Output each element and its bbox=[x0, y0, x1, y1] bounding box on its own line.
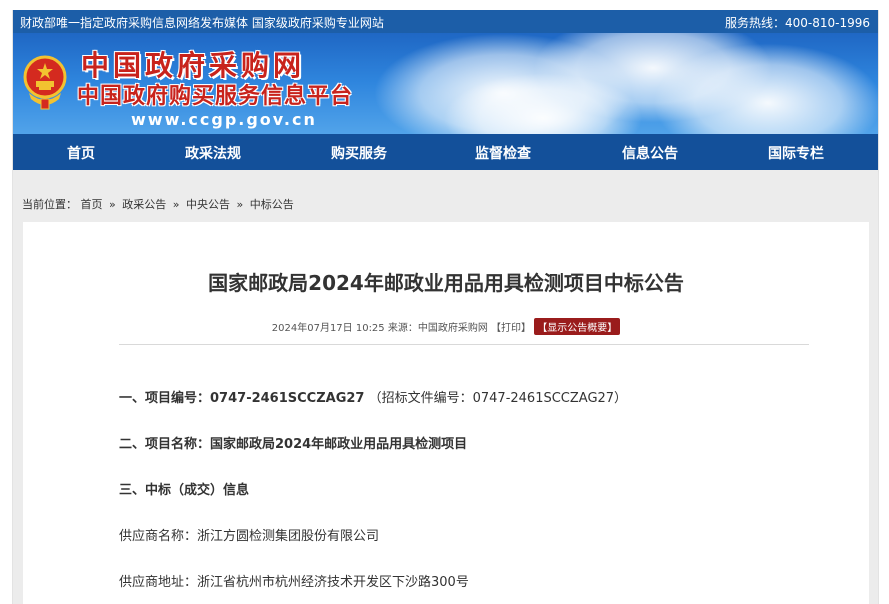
title-divider bbox=[119, 344, 809, 345]
project-name-line: 二、项目名称：国家邮政局2024年邮政业用品用具检测项目 bbox=[119, 437, 468, 452]
breadcrumb-announcements[interactable]: 政采公告 bbox=[122, 198, 166, 211]
national-emblem-icon bbox=[23, 55, 67, 111]
supplier-name-line: 供应商名称：浙江方圆检测集团股份有限公司 bbox=[119, 529, 380, 544]
breadcrumb: 当前位置： 首页 » 政采公告 » 中央公告 » 中标公告 bbox=[22, 196, 294, 212]
breadcrumb-prefix: 当前位置： bbox=[22, 198, 77, 211]
article-datetime: 2024年07月17日 10:25 bbox=[271, 323, 385, 334]
breadcrumb-separator: » bbox=[109, 198, 116, 211]
award-info-heading: 三、中标（成交）信息 bbox=[119, 483, 250, 498]
top-bar-slogan: 财政部唯一指定政府采购信息网络发布媒体 国家级政府采购专业网站 bbox=[20, 16, 384, 30]
nav-item-international[interactable]: 国际专栏 bbox=[768, 143, 824, 163]
site-url: www.ccgp.gov.cn bbox=[131, 110, 317, 129]
nav-item-home[interactable]: 首页 bbox=[67, 143, 95, 163]
top-bar: 财政部唯一指定政府采购信息网络发布媒体 国家级政府采购专业网站 服务热线：400… bbox=[13, 10, 878, 33]
print-link[interactable]: 【打印】 bbox=[491, 323, 531, 334]
nav-item-purchase-services[interactable]: 购买服务 bbox=[331, 143, 387, 163]
project-number-value: 0747-2461SCCZAG27 bbox=[210, 391, 365, 406]
breadcrumb-separator: » bbox=[236, 198, 244, 211]
article-card: 国家邮政局2024年邮政业用品用具检测项目中标公告 2024年07月17日 10… bbox=[23, 222, 869, 604]
project-number-line: 一、项目编号：0747-2461SCCZAG27 （招标文件编号：0747-24… bbox=[119, 387, 627, 406]
tender-doc-number: （招标文件编号：0747-2461SCCZAG27） bbox=[368, 391, 628, 406]
main-nav: 首页 政采法规 购买服务 监督检查 信息公告 国际专栏 bbox=[13, 134, 878, 170]
nav-item-announcements[interactable]: 信息公告 bbox=[622, 143, 678, 163]
site-subtitle: 中国政府购买服务信息平台 bbox=[77, 84, 354, 109]
supplier-address-line: 供应商地址：浙江省杭州市杭州经济技术开发区下沙路300号 bbox=[119, 575, 469, 590]
breadcrumb-separator: » bbox=[172, 198, 180, 211]
page-frame: 财政部唯一指定政府采购信息网络发布媒体 国家级政府采购专业网站 服务热线：400… bbox=[12, 10, 879, 604]
breadcrumb-central[interactable]: 中央公告 bbox=[186, 198, 230, 211]
summary-toggle-button[interactable]: 【显示公告概要】 bbox=[534, 318, 621, 335]
nav-item-supervision[interactable]: 监督检查 bbox=[475, 143, 531, 163]
project-number-label: 一、项目编号： bbox=[119, 391, 211, 406]
breadcrumb-home[interactable]: 首页 bbox=[81, 198, 103, 211]
nav-item-regulations[interactable]: 政采法规 bbox=[185, 143, 241, 163]
article-meta: 2024年07月17日 10:25 来源：中国政府采购网 【打印】 【显示公告概… bbox=[23, 318, 869, 335]
service-hotline: 服务热线：400-810-1996 bbox=[724, 16, 870, 30]
header-banner: 中国政府采购网 中国政府购买服务信息平台 www.ccgp.gov.cn bbox=[13, 33, 878, 144]
article-title: 国家邮政局2024年邮政业用品用具检测项目中标公告 bbox=[208, 271, 684, 295]
breadcrumb-award[interactable]: 中标公告 bbox=[250, 198, 294, 211]
article-source: 来源：中国政府采购网 bbox=[387, 323, 488, 334]
